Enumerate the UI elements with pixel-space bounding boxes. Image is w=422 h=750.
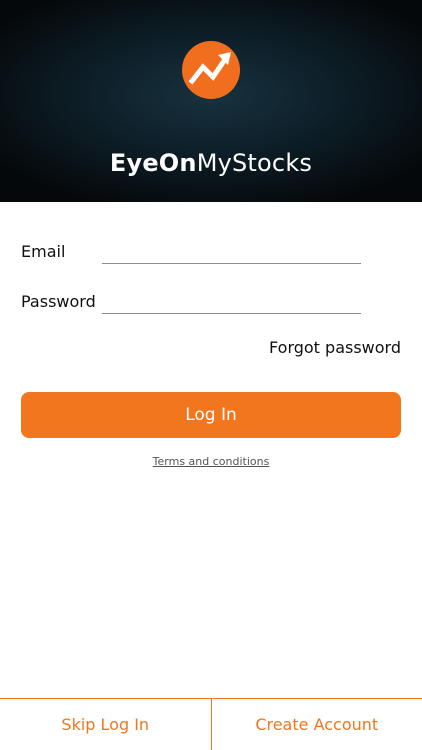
log-in-button[interactable]: Log In xyxy=(21,392,401,438)
password-field[interactable] xyxy=(102,288,361,314)
trending-up-arrow-icon xyxy=(188,52,231,85)
create-account-button[interactable]: Create Account xyxy=(212,699,422,750)
email-field[interactable] xyxy=(102,238,361,264)
bottom-action-bar: Skip Log In Create Account xyxy=(0,698,422,750)
app-name: EyeOnMyStocks xyxy=(0,145,422,181)
skip-log-in-button[interactable]: Skip Log In xyxy=(0,699,212,750)
password-label: Password xyxy=(21,292,96,311)
header-banner: EyeOnMyStocks xyxy=(0,0,422,202)
terms-container: Terms and conditions xyxy=(0,454,422,470)
app-name-light: MyStocks xyxy=(196,149,313,177)
app-logo xyxy=(182,41,240,99)
email-label: Email xyxy=(21,242,66,261)
app-name-bold: EyeOn xyxy=(109,149,197,177)
forgot-password-link[interactable]: Forgot password xyxy=(269,338,401,358)
terms-and-conditions-link[interactable]: Terms and conditions xyxy=(153,455,270,468)
